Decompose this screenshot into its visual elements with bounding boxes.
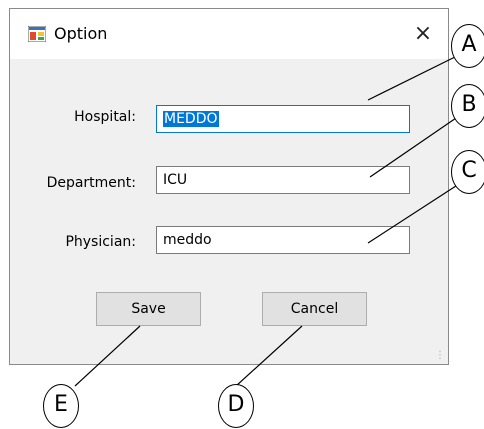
leader-line-e: [74, 325, 141, 387]
callout-d: D: [218, 384, 254, 428]
callout-b: B: [451, 84, 484, 128]
callout-a: A: [451, 24, 484, 68]
leader-line-d: [235, 325, 303, 387]
callout-c: C: [451, 150, 484, 194]
leader-line-b: [369, 115, 460, 178]
callout-e: E: [43, 384, 79, 428]
leader-line-a: [367, 54, 460, 101]
leader-line-c: [367, 183, 460, 244]
callout-leader-lines: [74, 54, 460, 387]
